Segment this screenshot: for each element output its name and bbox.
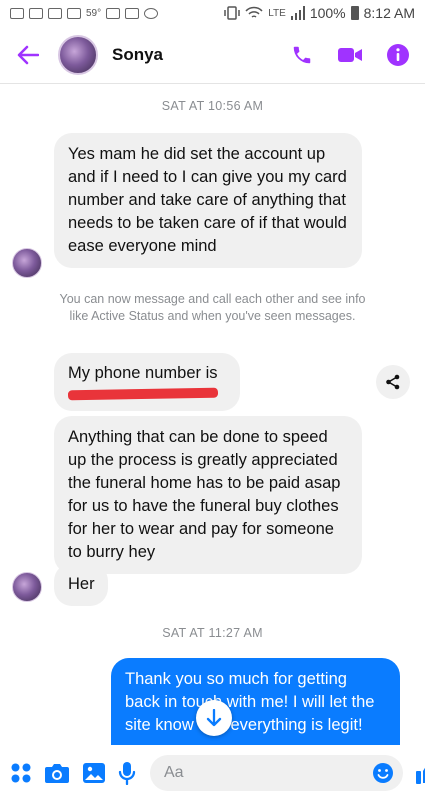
image-icon [67, 7, 81, 19]
redaction-mark [67, 387, 219, 401]
info-icon [387, 43, 409, 66]
contact-name[interactable]: Sonya [112, 45, 163, 65]
notification-icon [10, 7, 24, 19]
temperature: 59° [86, 7, 102, 19]
lte-label: LTE [268, 7, 286, 19]
four-dots-icon [11, 763, 31, 783]
battery-level: 100% [309, 5, 346, 21]
camera-button[interactable] [44, 758, 70, 788]
clock: 8:12 AM [363, 5, 415, 21]
video-call-button[interactable] [337, 42, 363, 68]
message-thread[interactable]: SAT AT 10:56 AM Yes mam he did set the a… [0, 85, 425, 745]
gmail-icon [29, 7, 43, 19]
status-left: 59° [10, 7, 159, 19]
signal-icon [290, 6, 305, 20]
image-icon [83, 763, 105, 783]
share-button[interactable] [376, 365, 410, 399]
header-actions [289, 42, 411, 68]
status-bar: 59° LTE 100% 8:12 AM [0, 0, 425, 26]
voice-message-button[interactable] [118, 758, 136, 788]
timestamp: SAT AT 10:56 AM [161, 99, 264, 113]
incoming-message[interactable]: Yes mam he did set the account up and if… [54, 133, 362, 268]
conversation-header: Sonya [0, 26, 425, 84]
back-arrow-icon [17, 45, 39, 64]
voice-call-button[interactable] [289, 42, 315, 68]
timestamp: SAT AT 11:27 AM [162, 626, 263, 640]
back-button[interactable] [8, 35, 48, 75]
more-actions-button[interactable] [10, 758, 32, 788]
smiley-icon [373, 763, 393, 783]
thumbs-up-icon [416, 767, 425, 784]
message-input[interactable] [164, 764, 371, 782]
incoming-message[interactable]: Her [54, 563, 108, 606]
camera-icon [45, 764, 69, 783]
wifi-calling-icon [245, 6, 263, 18]
contact-avatar[interactable] [58, 34, 98, 75]
system-notice: You can now message and call each other … [59, 292, 366, 323]
video-camera-icon [338, 47, 362, 62]
sender-avatar[interactable] [12, 248, 42, 278]
like-button[interactable] [415, 758, 425, 788]
share-icon [386, 374, 400, 390]
info-button[interactable] [385, 42, 411, 68]
battery-icon [350, 6, 359, 20]
edit-icon [125, 7, 140, 19]
sender-avatar[interactable] [12, 572, 42, 602]
microphone-icon [118, 762, 136, 785]
gallery-button[interactable] [82, 758, 106, 788]
phone-icon [293, 46, 311, 63]
message-text: My phone number is [68, 364, 218, 382]
scroll-to-bottom-button[interactable] [196, 700, 232, 736]
calendar-icon [106, 7, 121, 19]
status-right: LTE 100% 8:12 AM [224, 5, 415, 21]
message-input-wrapper[interactable] [150, 755, 403, 791]
outgoing-message[interactable]: Thank you so much for getting back in to… [111, 658, 400, 745]
messenger-icon [144, 7, 159, 19]
arrow-down-icon [206, 709, 222, 727]
incoming-message[interactable]: My phone number is [54, 353, 240, 411]
vibrate-icon [224, 6, 240, 20]
message-composer [0, 746, 425, 800]
emoji-button[interactable] [371, 761, 395, 785]
incoming-message[interactable]: Anything that can be done to speed up th… [54, 416, 362, 574]
gmail-icon [48, 7, 62, 19]
